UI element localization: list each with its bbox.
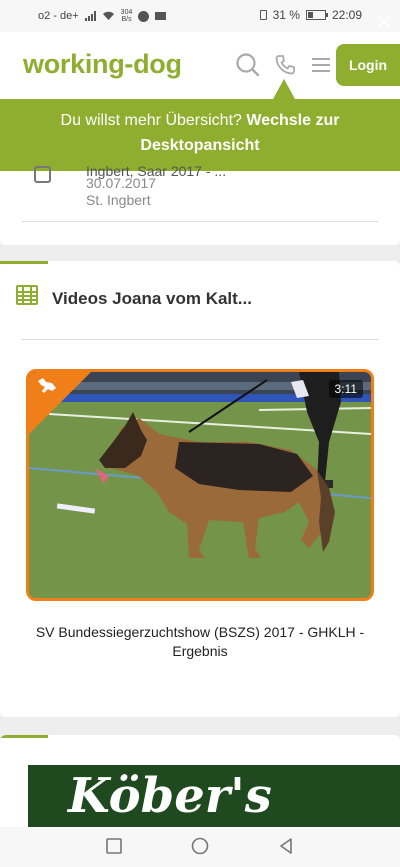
video-duration: 3:11 bbox=[328, 380, 363, 398]
carrier-label: o2 - de+ bbox=[38, 10, 79, 22]
divider bbox=[22, 221, 378, 222]
site-logo[interactable]: working-dog bbox=[23, 49, 182, 80]
wifi-icon bbox=[102, 11, 114, 20]
menu-icon[interactable] bbox=[308, 52, 334, 78]
clock: 22:09 bbox=[331, 8, 362, 22]
card-accent bbox=[0, 735, 48, 738]
mail-icon bbox=[155, 12, 167, 20]
banner-text: Du willst mehr Übersicht? bbox=[60, 112, 242, 129]
event-location: St. Ingbert bbox=[86, 192, 151, 208]
site-header: working-dog Login bbox=[0, 32, 400, 100]
desktop-view-banner[interactable]: Du willst mehr Übersicht? Wechsle zur De… bbox=[0, 99, 400, 171]
back-icon[interactable] bbox=[276, 836, 296, 856]
battery-icon bbox=[305, 10, 328, 20]
card-accent bbox=[0, 261, 48, 264]
videos-section-title[interactable]: Videos Joana vom Kalt... bbox=[52, 289, 252, 309]
ad-card: Köber's bbox=[0, 735, 400, 827]
home-icon[interactable] bbox=[190, 836, 210, 856]
phone-icon[interactable] bbox=[272, 52, 298, 78]
event-card: Ingbert, Saar 2017 - ... 30.07.2017 St. … bbox=[0, 163, 400, 245]
battery-percent: 31 % bbox=[272, 8, 300, 22]
dog-logo-icon bbox=[38, 378, 56, 393]
ad-banner[interactable]: Köber's bbox=[28, 765, 400, 827]
video-title[interactable]: SV Bundessiegerzuchtshow (BSZS) 2017 - G… bbox=[20, 623, 380, 661]
vibrate-icon bbox=[259, 10, 267, 20]
close-icon[interactable]: ✕ bbox=[372, 12, 396, 36]
banner-pointer bbox=[273, 79, 295, 99]
event-checkbox[interactable] bbox=[34, 166, 51, 183]
network-speed: 304 B/s bbox=[120, 9, 133, 23]
search-icon[interactable] bbox=[235, 52, 261, 78]
event-date: 30.07.2017 bbox=[86, 175, 157, 191]
divider bbox=[22, 339, 378, 340]
messenger-icon bbox=[138, 10, 150, 22]
login-button[interactable]: Login bbox=[336, 44, 400, 86]
videos-card: Videos Joana vom Kalt... 3:11 SV Bundess… bbox=[0, 261, 400, 717]
status-bar: o2 - de+ 304 B/s 31 % 22:09 bbox=[0, 0, 400, 32]
recent-apps-icon[interactable] bbox=[104, 836, 124, 856]
signal-icon bbox=[84, 11, 96, 21]
video-thumbnail[interactable]: 3:11 bbox=[26, 369, 374, 601]
system-nav-bar bbox=[0, 827, 400, 867]
film-icon bbox=[16, 285, 38, 305]
